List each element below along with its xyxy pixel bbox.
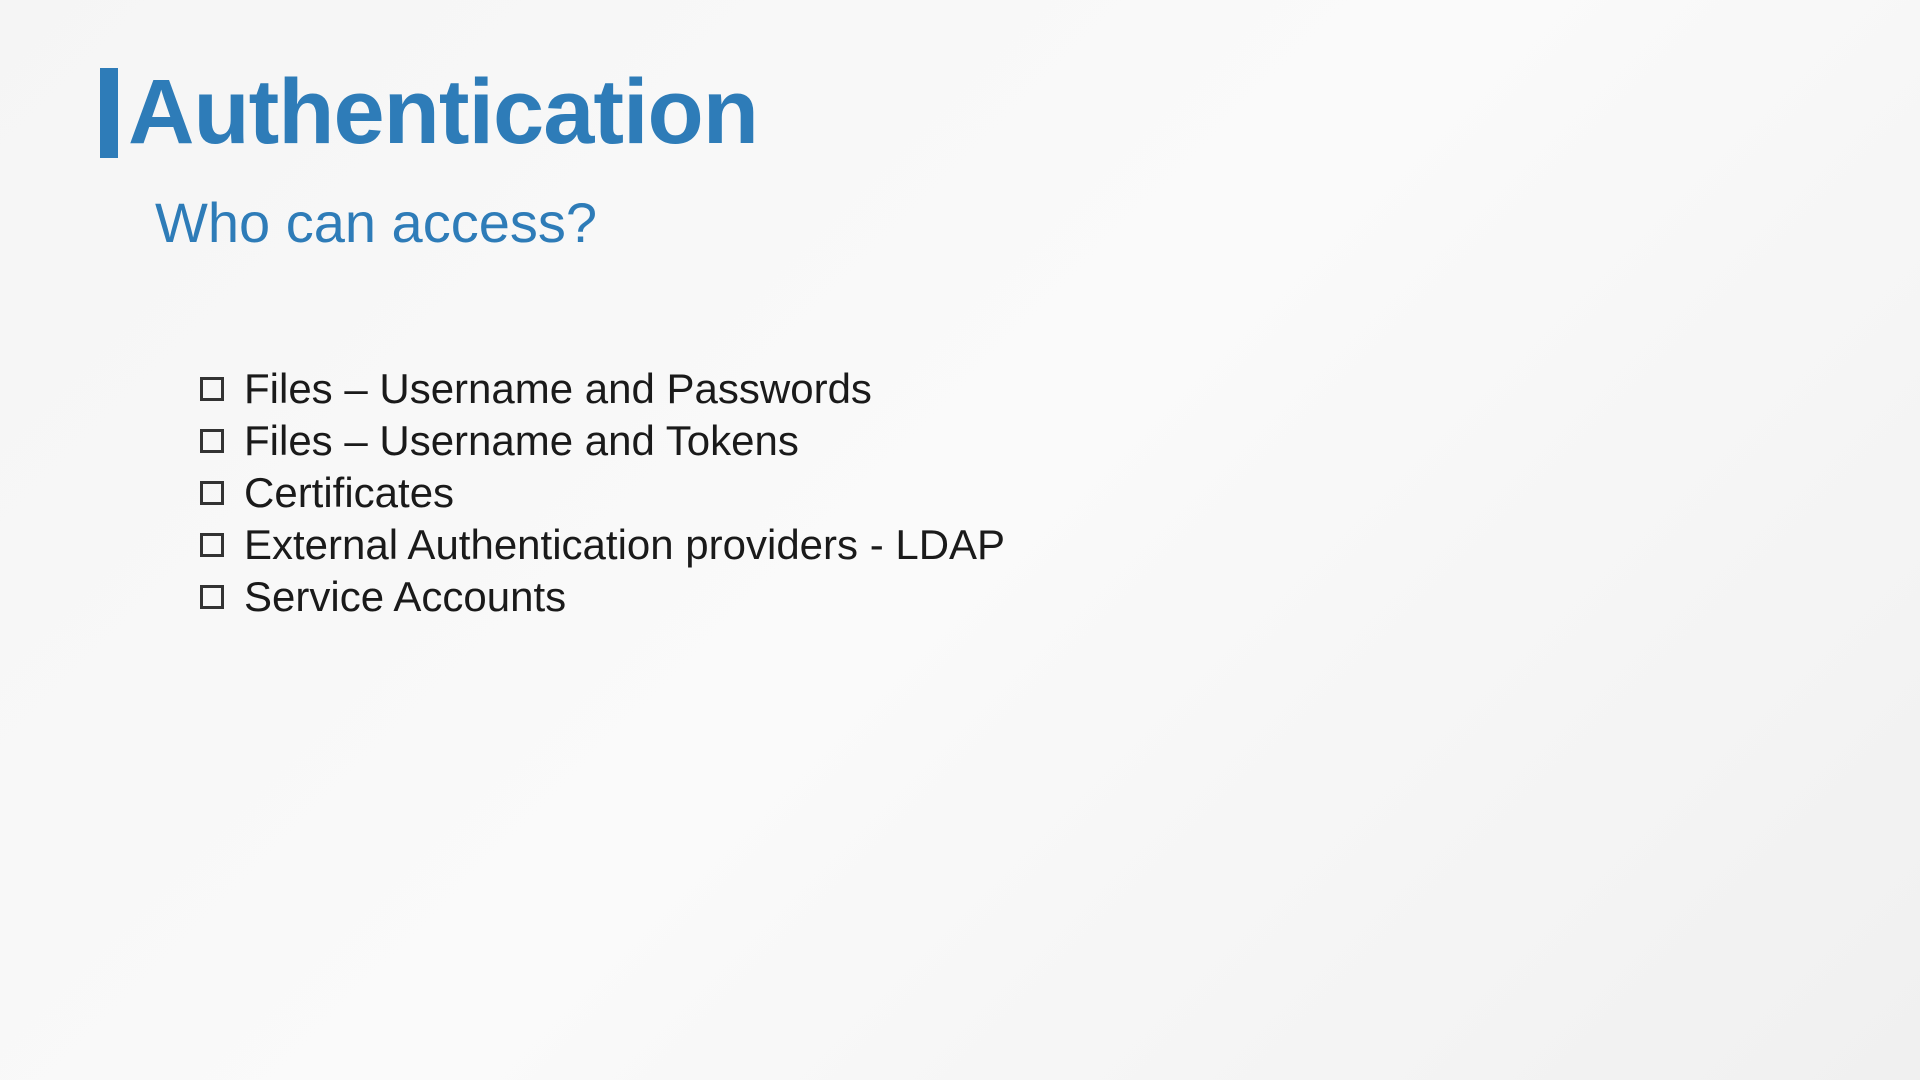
list-item: External Authentication providers - LDAP	[200, 521, 1820, 569]
list-item: Certificates	[200, 469, 1820, 517]
checkbox-icon	[200, 533, 224, 557]
bullet-text: Certificates	[244, 469, 454, 517]
bullet-text: Service Accounts	[244, 573, 566, 621]
title-accent-bar	[100, 68, 118, 158]
title-container: Authentication	[100, 60, 1820, 165]
slide-subtitle: Who can access?	[155, 190, 1820, 255]
list-item: Service Accounts	[200, 573, 1820, 621]
list-item: Files – Username and Tokens	[200, 417, 1820, 465]
checkbox-icon	[200, 481, 224, 505]
bullet-list: Files – Username and Passwords Files – U…	[200, 365, 1820, 621]
bullet-text: Files – Username and Passwords	[244, 365, 872, 413]
checkbox-icon	[200, 377, 224, 401]
slide-title: Authentication	[128, 60, 758, 165]
checkbox-icon	[200, 429, 224, 453]
list-item: Files – Username and Passwords	[200, 365, 1820, 413]
bullet-text: External Authentication providers - LDAP	[244, 521, 1005, 569]
slide-content: Authentication Who can access? Files – U…	[0, 0, 1920, 685]
checkbox-icon	[200, 585, 224, 609]
bullet-text: Files – Username and Tokens	[244, 417, 799, 465]
